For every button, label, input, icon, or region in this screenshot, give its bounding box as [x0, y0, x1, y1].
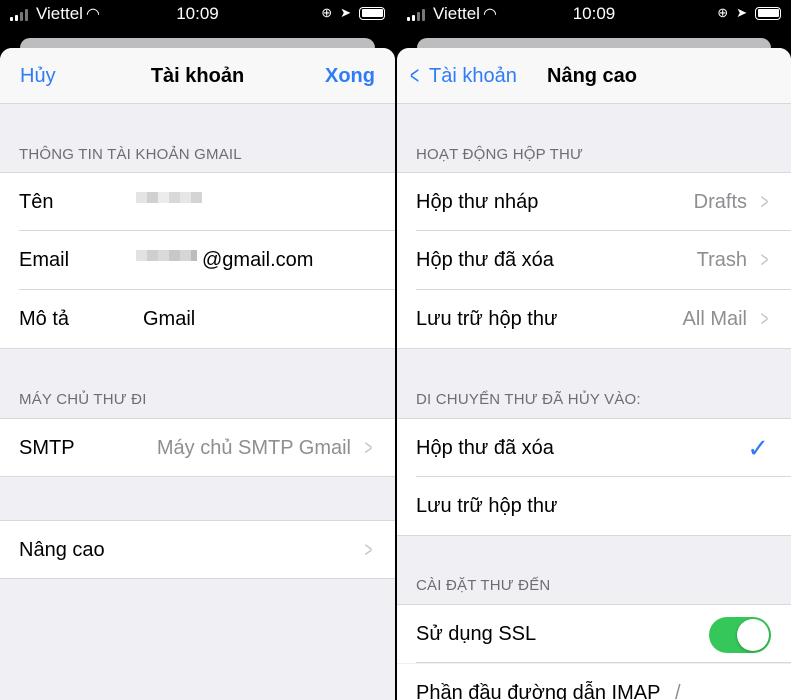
smtp-value: Máy chủ SMTP Gmail [156, 437, 351, 459]
status-bar: Viettel ◠ 10:09 ⊕ ➤ [0, 0, 395, 32]
move-option-archive[interactable]: Lưu trữ hộp thư [397, 477, 791, 536]
advanced-panel: Viettel ◠ 10:09 ⊕ ➤ < Tài khoản Nâng cao … [397, 0, 791, 700]
ssl-toggle[interactable] [709, 617, 771, 653]
name-row[interactable]: Tên [0, 172, 395, 231]
email-value: @gmail.com [202, 249, 314, 271]
back-button[interactable]: Tài khoản [429, 65, 517, 88]
description-row[interactable]: Mô tả Gmail [0, 290, 395, 349]
row-value: Drafts [693, 191, 747, 213]
row-label: Tên [19, 191, 54, 213]
redacted-email [136, 250, 197, 261]
section-header: HOẠT ĐỘNG HỘP THƯ [416, 146, 584, 163]
rotation-lock-icon: ⊕ [717, 5, 729, 20]
location-icon: ➤ [736, 5, 747, 20]
row-label: Lưu trữ hộp thư [416, 495, 558, 517]
account-panel: Viettel ◠ 10:09 ⊕ ➤ Hủy Tài khoản Xong TH… [0, 0, 395, 700]
row-label: Email [19, 249, 70, 271]
section-header: CÀI ĐẶT THƯ ĐẾN [416, 577, 551, 594]
back-chevron-icon[interactable]: < [410, 60, 419, 91]
row-value: Trash [696, 249, 747, 271]
row-label: Lưu trữ hộp thư [416, 308, 558, 330]
done-button[interactable]: Xong [325, 65, 375, 88]
section-header: THÔNG TIN TÀI KHOẢN GMAIL [19, 146, 242, 163]
trash-row[interactable]: Hộp thư đã xóa Trash > [397, 231, 791, 290]
page-title: Nâng cao [547, 65, 638, 87]
imap-prefix-row[interactable]: Phần đầu đường dẫn IMAP / [397, 664, 791, 700]
chevron-right-icon: > [760, 247, 769, 272]
chevron-right-icon: > [364, 435, 373, 460]
smtp-row[interactable]: SMTP Máy chủ SMTP Gmail > [0, 418, 395, 477]
chevron-right-icon: > [760, 189, 769, 214]
ssl-row: Sử dụng SSL [397, 604, 791, 663]
row-label: Mô tả [19, 308, 70, 330]
archive-row[interactable]: Lưu trữ hộp thư All Mail > [397, 290, 791, 349]
move-option-trash[interactable]: Hộp thư đã xóa ✓ [397, 418, 791, 477]
battery-icon [755, 6, 781, 20]
drafts-row[interactable]: Hộp thư nháp Drafts > [397, 172, 791, 231]
battery-icon [359, 6, 385, 20]
section-header: DI CHUYỂN THƯ ĐÃ HỦY VÀO: [416, 391, 641, 408]
row-value: All Mail [682, 308, 747, 330]
status-bar: Viettel ◠ 10:09 ⊕ ➤ [397, 0, 791, 32]
nav-bar: Hủy Tài khoản Xong [0, 48, 395, 104]
account-sheet: Hủy Tài khoản Xong THÔNG TIN TÀI KHOẢN G… [0, 48, 395, 700]
rotation-lock-icon: ⊕ [321, 5, 333, 20]
location-icon: ➤ [340, 5, 351, 20]
advanced-row[interactable]: Nâng cao > [0, 520, 395, 579]
row-label: Sử dụng SSL [416, 623, 537, 645]
redacted-name [136, 192, 202, 203]
description-value: Gmail [143, 308, 196, 330]
row-label: Phần đầu đường dẫn IMAP [416, 682, 661, 700]
email-row[interactable]: Email @gmail.com [0, 231, 395, 290]
section-header: MÁY CHỦ THƯ ĐI [19, 391, 147, 408]
row-label: SMTP [19, 437, 75, 459]
chevron-right-icon: > [760, 306, 769, 331]
nav-bar: < Tài khoản Nâng cao [397, 48, 791, 104]
advanced-sheet: < Tài khoản Nâng cao HOẠT ĐỘNG HỘP THƯ H… [397, 48, 791, 700]
imap-prefix-input[interactable]: / [675, 682, 681, 700]
row-label: Hộp thư nháp [416, 191, 539, 213]
chevron-right-icon: > [364, 537, 373, 562]
row-label: Hộp thư đã xóa [416, 249, 554, 271]
checkmark-icon: ✓ [747, 433, 769, 463]
row-label: Hộp thư đã xóa [416, 437, 554, 459]
row-label: Nâng cao [19, 539, 105, 561]
